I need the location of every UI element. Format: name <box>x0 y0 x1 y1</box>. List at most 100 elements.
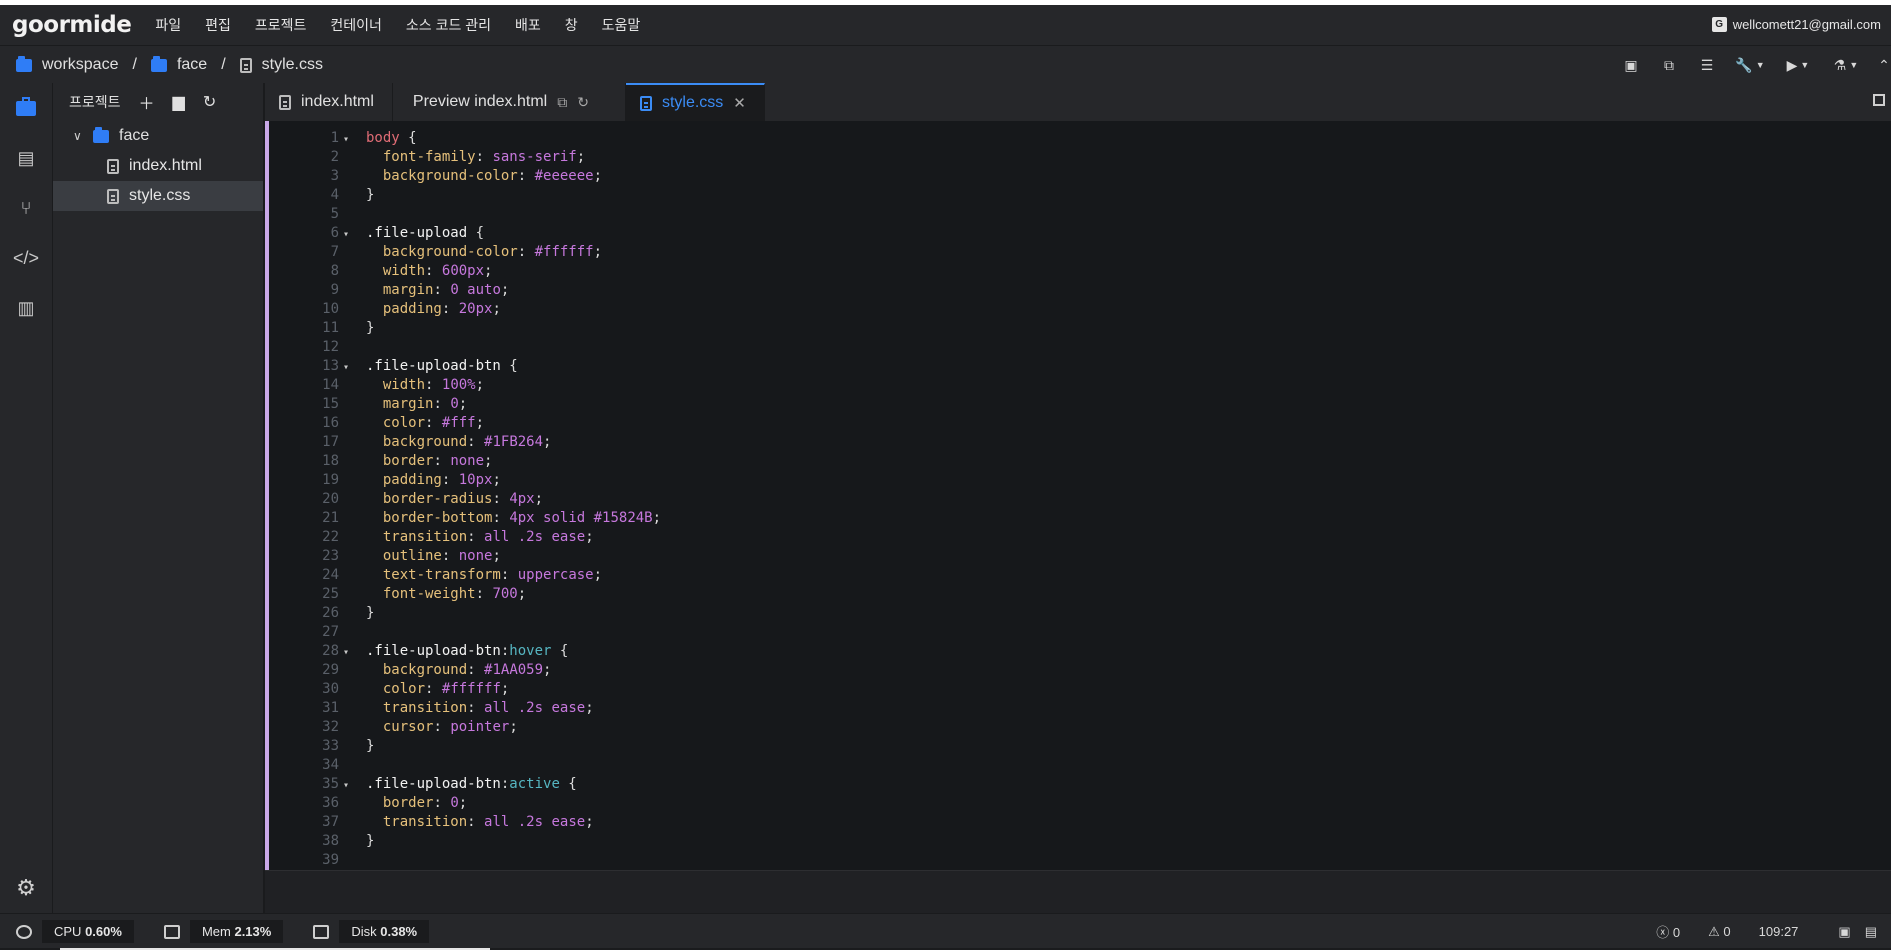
fold-arrow-icon[interactable]: ▾ <box>343 225 353 244</box>
breadcrumb-file[interactable]: style.css <box>239 56 323 74</box>
layout-toggle-icon[interactable]: ▣ <box>1838 924 1850 940</box>
menu-bar: goormide 파일 편집 프로젝트 컨테이너 소스 코드 관리 배포 창 도… <box>0 5 1891 45</box>
code-line[interactable]: } <box>366 737 661 756</box>
mem-box: Mem 2.13% <box>189 920 284 943</box>
code-line[interactable]: margin: 0; <box>366 395 661 414</box>
code-line[interactable]: font-family: sans-serif; <box>366 148 661 167</box>
refresh-icon[interactable]: ↻ <box>203 92 216 112</box>
breadcrumb-face[interactable]: face <box>150 55 207 74</box>
add-icon[interactable]: ＋ <box>139 90 155 114</box>
fold-arrow-icon[interactable]: ▾ <box>343 358 353 377</box>
menu-edit[interactable]: 편집 <box>205 15 231 35</box>
external-link-icon[interactable]: ⧉ <box>557 94 567 111</box>
menu-container[interactable]: 컨테이너 <box>330 15 382 35</box>
code-line[interactable]: body { <box>366 129 661 148</box>
user-account[interactable]: G wellcomett21@gmail.com <box>1711 17 1881 32</box>
find-icon[interactable]: ☰ <box>1695 56 1719 74</box>
code-line[interactable]: background-color: #eeeeee; <box>366 167 661 186</box>
code-line[interactable] <box>366 338 661 357</box>
code-line[interactable]: border-radius: 4px; <box>366 490 661 509</box>
menu-source-control[interactable]: 소스 코드 관리 <box>406 15 491 35</box>
code-line[interactable] <box>366 756 661 775</box>
build-tools-icon[interactable]: 🔧 ▼ <box>1733 56 1767 74</box>
code-line[interactable]: border: 0; <box>366 794 661 813</box>
code-line[interactable]: width: 100%; <box>366 376 661 395</box>
warning-count[interactable]: ⚠ 0 <box>1708 924 1745 940</box>
menu-deploy[interactable]: 배포 <box>515 15 541 35</box>
code-line[interactable]: width: 600px; <box>366 262 661 281</box>
menu-window[interactable]: 창 <box>565 15 578 35</box>
code-line[interactable]: background: #1FB264; <box>366 433 661 452</box>
menu-file[interactable]: 파일 <box>155 15 181 35</box>
line-number: 10 <box>322 301 339 317</box>
disk-icon <box>313 924 330 939</box>
css-file-icon <box>639 95 652 111</box>
refresh-icon[interactable]: ↻ <box>577 94 589 111</box>
tab-preview[interactable]: Preview index.html ⧉ ↻ <box>393 83 626 121</box>
code-line[interactable]: text-transform: uppercase; <box>366 566 661 585</box>
fold-arrow-icon[interactable]: ▾ <box>343 776 353 795</box>
save-icon[interactable]: ▣ <box>1619 56 1643 74</box>
line-number: 35 ▾ <box>269 775 353 794</box>
save-all-icon[interactable]: ⧉ <box>1657 56 1681 74</box>
error-count[interactable]: ⓧ 0 <box>1656 922 1694 941</box>
code-line[interactable]: .file-upload-btn { <box>366 357 661 376</box>
code-line[interactable]: .file-upload-btn:hover { <box>366 642 661 661</box>
run-icon[interactable]: ▶ ▼ <box>1781 56 1815 74</box>
code-line[interactable]: } <box>366 832 661 851</box>
cursor-position[interactable]: 109:27 <box>1759 924 1799 939</box>
test-flask-icon[interactable]: ⚗ ▼ <box>1829 56 1863 74</box>
chevron-down-icon[interactable]: ∨ <box>73 129 87 143</box>
code-content[interactable]: body { font-family: sans-serif; backgrou… <box>366 129 661 870</box>
code-line[interactable]: .file-upload-btn:active { <box>366 775 661 794</box>
activity-library[interactable]: ▥ <box>0 283 52 333</box>
tree-file-index[interactable]: index.html <box>53 151 263 181</box>
mem-value: 2.13% <box>234 924 272 939</box>
code-line[interactable] <box>366 851 661 870</box>
disk-box: Disk 0.38% <box>339 920 430 943</box>
code-line[interactable]: background: #1AA059; <box>366 661 661 680</box>
code-line[interactable]: } <box>366 319 661 338</box>
app-logo[interactable]: goormide <box>12 12 132 38</box>
code-line[interactable]: transition: all .2s ease; <box>366 699 661 718</box>
code-line[interactable]: padding: 10px; <box>366 471 661 490</box>
activity-project[interactable] <box>0 83 52 133</box>
new-folder-icon[interactable]: ▆ <box>173 92 185 112</box>
code-line[interactable]: margin: 0 auto; <box>366 281 661 300</box>
code-line[interactable]: background-color: #ffffff; <box>366 243 661 262</box>
close-icon[interactable]: ✕ <box>733 94 746 112</box>
tab-style-css[interactable]: style.css ✕ <box>625 83 765 121</box>
code-line[interactable]: color: #ffffff; <box>366 680 661 699</box>
code-line[interactable] <box>366 623 661 642</box>
code-line[interactable]: transition: all .2s ease; <box>366 528 661 547</box>
menu-project[interactable]: 프로젝트 <box>255 15 307 35</box>
code-line[interactable]: border-bottom: 4px solid #15824B; <box>366 509 661 528</box>
menu-help[interactable]: 도움말 <box>602 15 641 35</box>
tab-index-html[interactable]: index.html <box>265 83 393 121</box>
code-line[interactable]: outline: none; <box>366 547 661 566</box>
settings-gear-icon[interactable]: ⚙ <box>0 863 52 913</box>
code-line[interactable]: border: none; <box>366 452 661 471</box>
code-line[interactable]: color: #fff; <box>366 414 661 433</box>
fold-arrow-icon[interactable]: ▾ <box>343 130 353 149</box>
code-line[interactable]: } <box>366 604 661 623</box>
chat-icon[interactable]: ▤ <box>1865 924 1877 940</box>
toolbar: ▣ ⧉ ☰ 🔧 ▼ ▶ ▼ ⚗ ▼ ⌃ <box>1605 46 1891 84</box>
code-line[interactable] <box>366 205 661 224</box>
code-line[interactable]: cursor: pointer; <box>366 718 661 737</box>
code-line[interactable]: transition: all .2s ease; <box>366 813 661 832</box>
breadcrumb-workspace[interactable]: workspace <box>16 55 118 74</box>
code-line[interactable]: font-weight: 700; <box>366 585 661 604</box>
code-line[interactable]: padding: 20px; <box>366 300 661 319</box>
code-editor[interactable]: 1 ▾ 2 3 4 5 6 ▾ 7 8 9 10 11 12 13 ▾ 14 15 16 17 18 19 20 21 22 23… <box>265 121 1891 870</box>
tree-file-style[interactable]: style.css <box>53 181 263 211</box>
tree-folder[interactable]: ∨ face <box>53 121 263 151</box>
code-line[interactable]: .file-upload { <box>366 224 661 243</box>
activity-outline[interactable]: ▤ <box>0 133 52 183</box>
activity-git[interactable]: ⑂ <box>0 183 52 233</box>
fold-arrow-icon[interactable]: ▾ <box>343 643 353 662</box>
layout-icon[interactable] <box>1873 94 1885 106</box>
code-line[interactable]: } <box>366 186 661 205</box>
collapse-chevron-icon[interactable]: ⌃ <box>1877 56 1891 74</box>
activity-code[interactable]: </> <box>0 233 52 283</box>
